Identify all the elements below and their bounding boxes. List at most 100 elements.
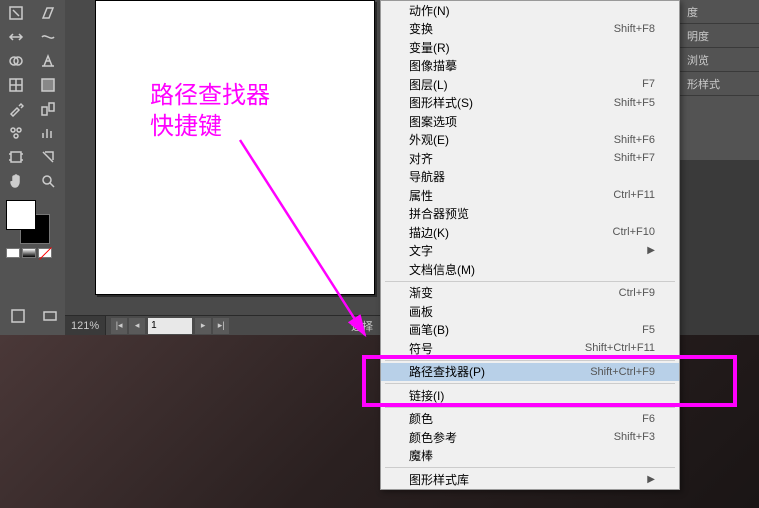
mini-gradient[interactable] (22, 248, 36, 258)
panel-tab-4[interactable]: 形样式 (679, 72, 759, 96)
menu-label: 导航器 (409, 168, 445, 185)
menu-label: 变换 (409, 20, 433, 37)
canvas-area (65, 0, 381, 320)
panel-tab-1[interactable]: 度 (679, 0, 759, 24)
menu-shortcut: F5 (642, 324, 655, 336)
menu-shortcut: F7 (642, 78, 655, 90)
menu-label: 图形样式(S) (409, 94, 473, 111)
menu-shortcut: Ctrl+F9 (619, 287, 655, 299)
menu-item[interactable]: 变量(R) (381, 38, 679, 57)
menu-item[interactable]: 图层(L) F7 (381, 75, 679, 94)
menu-item[interactable]: 链接(I) (381, 386, 679, 405)
menu-shortcut: Shift+F6 (614, 134, 655, 146)
menu-label: 动作(N) (409, 2, 450, 19)
tool-warp[interactable] (34, 26, 62, 48)
menu-shortcut: Shift+F7 (614, 152, 655, 164)
menu-item[interactable]: 文字 ▶ (381, 242, 679, 261)
menu-separator (385, 281, 675, 282)
nav-first[interactable]: |◂ (111, 318, 127, 334)
menu-separator (385, 467, 675, 468)
menu-label: 图案选项 (409, 113, 457, 130)
tool-shapebuilder[interactable] (2, 50, 30, 72)
tool-mesh[interactable] (2, 74, 30, 96)
menu-item[interactable]: 符号Shift+Ctrl+F11 (381, 339, 679, 358)
tool-shear[interactable] (34, 2, 62, 24)
menu-label: 画板 (409, 303, 433, 320)
menu-shortcut: F6 (642, 413, 655, 425)
tool-graph[interactable] (34, 122, 62, 144)
tool-zoom[interactable] (34, 170, 62, 192)
color-swatches[interactable] (2, 200, 63, 250)
tool-blend[interactable] (34, 98, 62, 120)
menu-separator (385, 407, 675, 408)
nav-next[interactable]: ▸ (195, 318, 211, 334)
menu-label: 文字 (409, 242, 433, 259)
menu-item[interactable]: 导航器 (381, 168, 679, 187)
menu-item[interactable]: 属性Ctrl+F11 (381, 186, 679, 205)
annotation-line1: 路径查找器 (150, 80, 270, 111)
tool-gradient[interactable] (34, 74, 62, 96)
menu-item[interactable]: 画板 (381, 302, 679, 321)
menu-shortcut: Shift+F3 (614, 431, 655, 443)
menu-item[interactable]: 画笔(B) F5 (381, 321, 679, 340)
status-bar: 121% |◂ ◂ 1 ▸ ▸| 选择 (65, 315, 381, 335)
menu-item[interactable]: 路径查找器(P) Shift+Ctrl+F9 (381, 363, 679, 382)
tool-perspective[interactable] (34, 50, 62, 72)
tool-symbol[interactable] (2, 122, 30, 144)
tool-hand[interactable] (2, 170, 30, 192)
annotation-text: 路径查找器 快捷键 (150, 80, 270, 142)
tool-slice[interactable] (34, 146, 62, 168)
menu-item[interactable]: 拼合器预览 (381, 205, 679, 224)
menu-item[interactable]: 颜色参考Shift+F3 (381, 428, 679, 447)
mini-fill[interactable] (6, 248, 20, 258)
menu-label: 图形样式库 (409, 471, 469, 488)
page-input[interactable]: 1 (148, 318, 192, 334)
menu-shortcut: Shift+Ctrl+F9 (590, 366, 655, 378)
panel-tab-2[interactable]: 明度 (679, 24, 759, 48)
menu-item[interactable]: 动作(N) (381, 1, 679, 20)
menu-label: 变量(R) (409, 39, 450, 56)
menu-label: 拼合器预览 (409, 205, 469, 222)
nav-prev[interactable]: ◂ (129, 318, 145, 334)
zoom-level[interactable]: 121% (65, 316, 106, 335)
menu-item[interactable]: 图形样式(S)Shift+F5 (381, 94, 679, 113)
submenu-arrow-icon: ▶ (647, 245, 655, 256)
menu-item[interactable]: 对齐Shift+F7 (381, 149, 679, 168)
annotation-line2: 快捷键 (150, 111, 270, 142)
tool-artboard[interactable] (2, 146, 30, 168)
menu-item[interactable]: 描边(K)Ctrl+F10 (381, 223, 679, 242)
tool-width[interactable] (2, 26, 30, 48)
menu-label: 图层(L) (409, 76, 448, 93)
menu-item[interactable]: 图像描摹 (381, 57, 679, 76)
menu-label: 图像描摹 (409, 57, 457, 74)
panel-tab-3[interactable]: 浏览 (679, 48, 759, 72)
screen-mode-2[interactable] (36, 305, 64, 327)
menu-item[interactable]: 外观(E)Shift+F6 (381, 131, 679, 150)
menu-shortcut: Shift+F8 (614, 23, 655, 35)
menu-item[interactable]: 图案选项 (381, 112, 679, 131)
menu-item[interactable]: 颜色F6 (381, 410, 679, 429)
menu-item[interactable]: 图形样式库▶ (381, 470, 679, 489)
menu-item[interactable]: 魔棒 (381, 447, 679, 466)
window-menu: 动作(N)变换Shift+F8变量(R)图像描摹图层(L)F7图形样式(S)Sh… (380, 0, 680, 490)
artboard[interactable] (95, 0, 375, 295)
menu-item[interactable]: 渐变 Ctrl+F9 (381, 284, 679, 303)
tool-scale[interactable] (2, 2, 30, 24)
menu-separator (385, 383, 675, 384)
menu-item[interactable]: 变换 Shift+F8 (381, 20, 679, 39)
menu-shortcut: Shift+Ctrl+F11 (585, 342, 655, 354)
menu-label: 路径查找器(P) (409, 363, 485, 380)
menu-label: 渐变 (409, 284, 433, 301)
status-text: 选择 (343, 318, 381, 334)
menu-label: 描边(K) (409, 224, 449, 241)
menu-label: 魔棒 (409, 447, 433, 464)
tools-panel (0, 0, 65, 335)
menu-label: 画笔(B) (409, 321, 449, 338)
fill-color[interactable] (6, 200, 36, 230)
nav-last[interactable]: ▸| (213, 318, 229, 334)
menu-item[interactable]: 文档信息(M) (381, 260, 679, 279)
mini-none[interactable] (38, 248, 52, 258)
screen-mode-1[interactable] (4, 305, 32, 327)
right-panels: 度 明度 浏览 形样式 (679, 0, 759, 160)
tool-eyedropper[interactable] (2, 98, 30, 120)
